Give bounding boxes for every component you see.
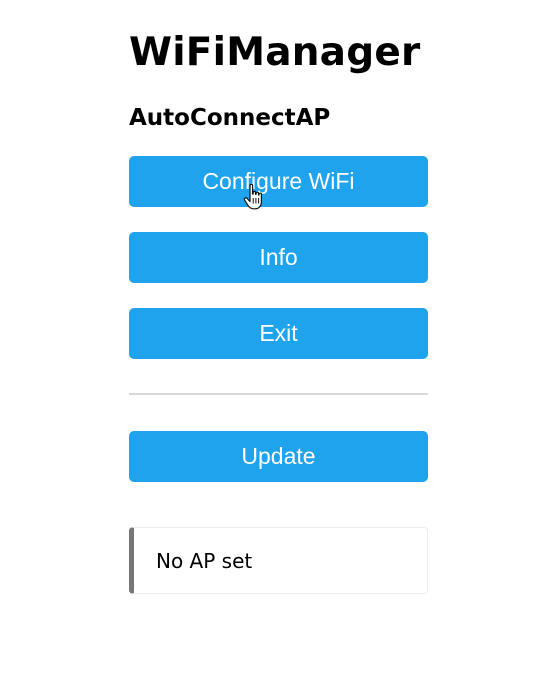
update-button[interactable]: Update [129, 431, 428, 482]
info-button[interactable]: Info [129, 232, 428, 283]
page-title: WiFiManager [129, 30, 421, 75]
hand-pointer-icon [243, 184, 262, 210]
status-message: No AP set [129, 527, 428, 594]
configure-wifi-button[interactable]: Configure WiFi [129, 156, 428, 207]
exit-button[interactable]: Exit [129, 308, 428, 359]
divider [129, 393, 428, 395]
access-point-name: AutoConnectAP [129, 105, 331, 131]
